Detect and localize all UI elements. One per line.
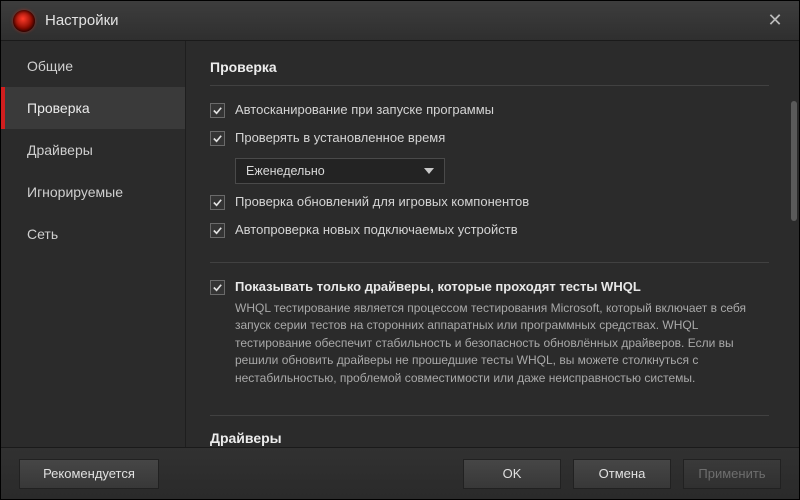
sidebar-item-ignored[interactable]: Игнорируемые — [1, 171, 185, 213]
schedule-select[interactable]: Еженедельно — [235, 158, 445, 184]
option-description: WHQL тестирование является процессом тес… — [235, 300, 769, 387]
checkbox-icon[interactable] — [210, 103, 225, 118]
option-whql[interactable]: Показывать только драйверы, которые прох… — [210, 273, 769, 393]
sidebar-item-label: Общие — [27, 58, 73, 74]
close-icon[interactable]: ✕ — [763, 10, 787, 31]
divider — [210, 85, 769, 86]
sidebar-item-label: Драйверы — [27, 142, 93, 158]
checkbox-icon[interactable] — [210, 280, 225, 295]
footer: Рекомендуется OK Отмена Применить — [1, 447, 799, 499]
content-panel: Проверка Автосканирование при запуске пр… — [186, 41, 799, 447]
sidebar-item-general[interactable]: Общие — [1, 45, 185, 87]
button-label: Рекомендуется — [43, 466, 135, 481]
option-autodetect[interactable]: Автопроверка новых подключаемых устройст… — [210, 216, 769, 244]
section-heading-drivers: Драйверы — [210, 426, 769, 447]
sidebar-item-drivers[interactable]: Драйверы — [1, 129, 185, 171]
option-label: Показывать только драйверы, которые прох… — [235, 279, 769, 294]
cancel-button[interactable]: Отмена — [573, 459, 671, 489]
apply-button[interactable]: Применить — [683, 459, 781, 489]
sidebar: Общие Проверка Драйверы Игнорируемые Сет… — [1, 41, 186, 447]
divider — [210, 415, 769, 416]
option-game-updates[interactable]: Проверка обновлений для игровых компонен… — [210, 188, 769, 216]
sidebar-item-label: Проверка — [27, 100, 90, 116]
select-value: Еженедельно — [246, 164, 424, 178]
option-autoscan[interactable]: Автосканирование при запуске программы — [210, 96, 769, 124]
checkbox-icon[interactable] — [210, 195, 225, 210]
main-area: Общие Проверка Драйверы Игнорируемые Сет… — [1, 41, 799, 447]
ok-button[interactable]: OK — [463, 459, 561, 489]
sidebar-item-scan[interactable]: Проверка — [1, 87, 185, 129]
chevron-down-icon — [424, 168, 434, 174]
titlebar: Настройки ✕ — [1, 1, 799, 41]
button-label: Отмена — [599, 466, 646, 481]
sidebar-item-label: Игнорируемые — [27, 184, 123, 200]
divider — [210, 262, 769, 263]
option-scheduled[interactable]: Проверять в установленное время — [210, 124, 769, 152]
option-label: Проверка обновлений для игровых компонен… — [235, 194, 529, 209]
option-label: Проверять в установленное время — [235, 130, 445, 145]
sidebar-item-network[interactable]: Сеть — [1, 213, 185, 255]
checkbox-icon[interactable] — [210, 223, 225, 238]
button-label: Применить — [698, 466, 765, 481]
recommended-button[interactable]: Рекомендуется — [19, 459, 159, 489]
option-label: Автопроверка новых подключаемых устройст… — [235, 222, 518, 237]
button-label: OK — [503, 466, 522, 481]
sidebar-item-label: Сеть — [27, 226, 58, 242]
window-title: Настройки — [45, 12, 119, 29]
checkbox-icon[interactable] — [210, 131, 225, 146]
content-scroll[interactable]: Проверка Автосканирование при запуске пр… — [186, 41, 789, 447]
scrollbar-thumb[interactable] — [791, 101, 797, 221]
app-logo-icon — [13, 10, 35, 32]
option-label: Автосканирование при запуске программы — [235, 102, 494, 117]
section-heading-scan: Проверка — [210, 55, 769, 81]
